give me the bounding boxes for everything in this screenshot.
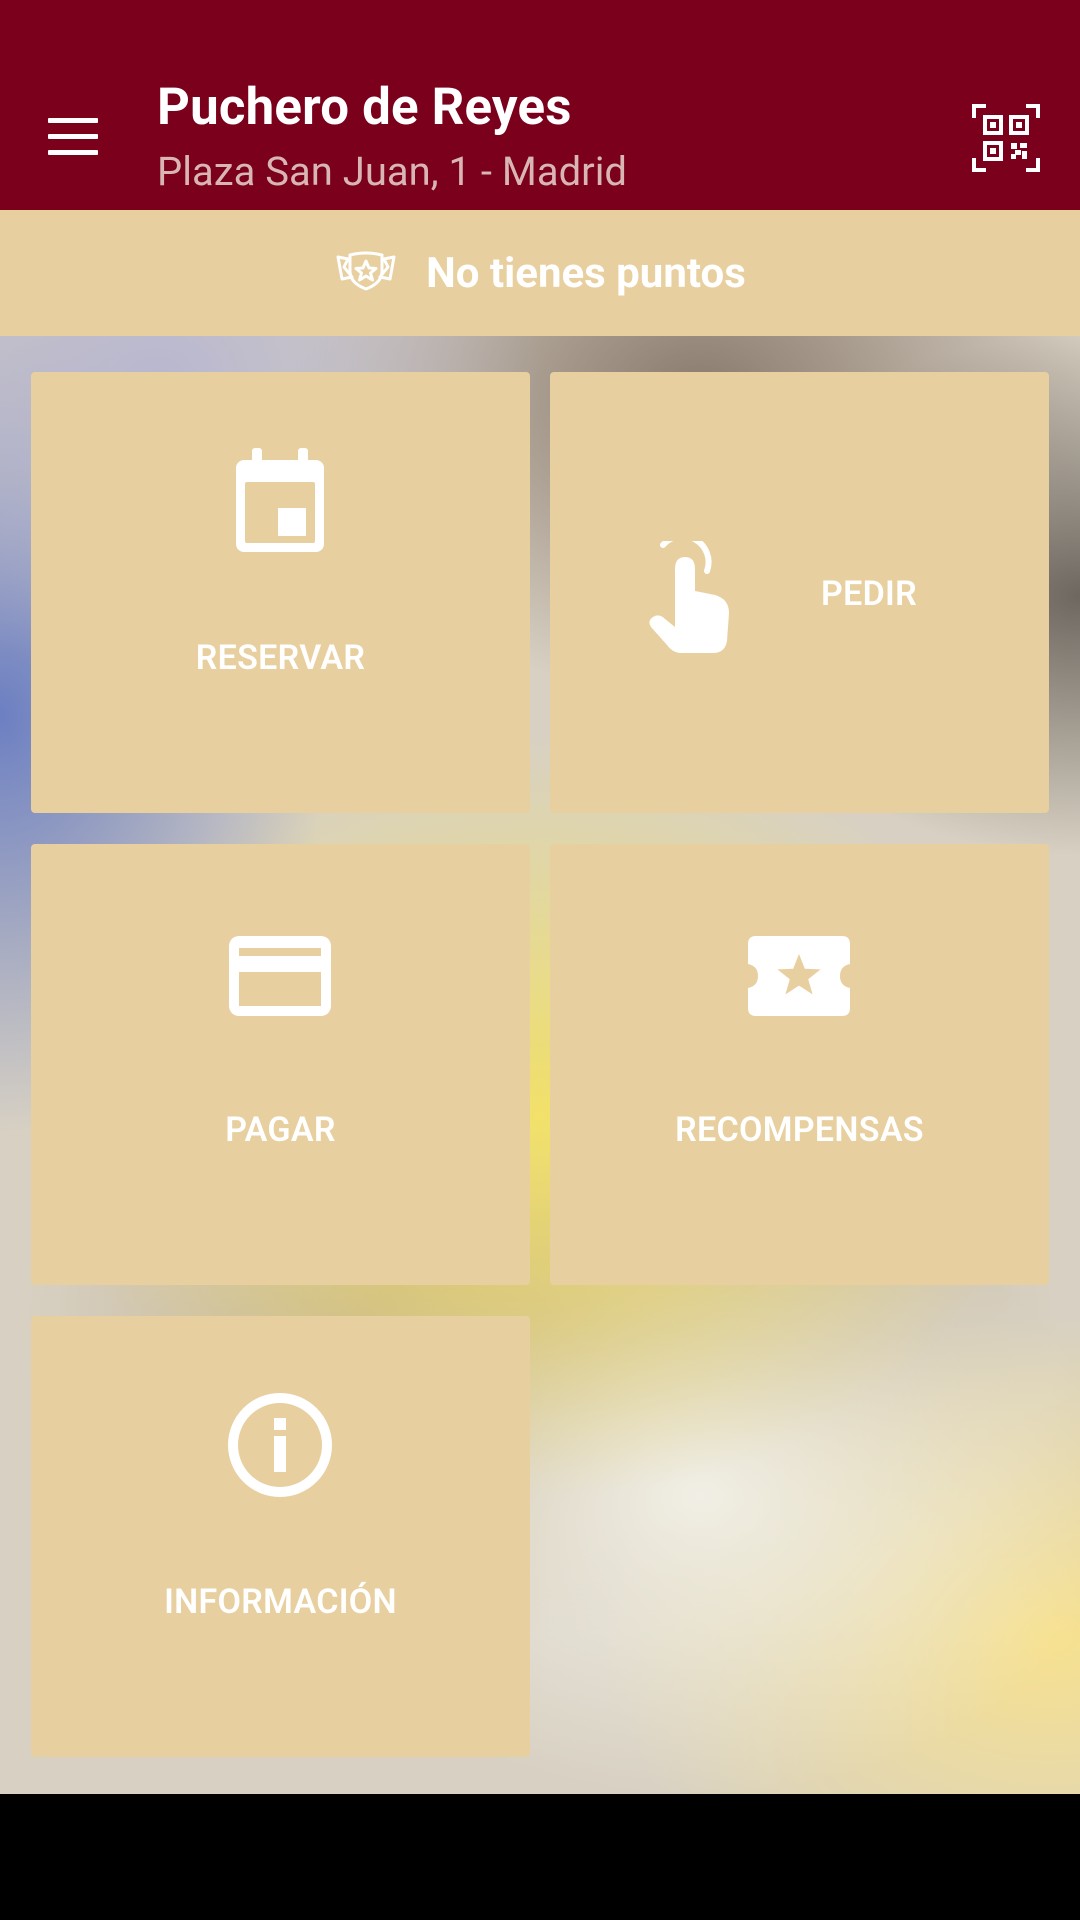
tile-label: PEDIR (821, 574, 918, 614)
touch-hand-icon (649, 533, 731, 659)
tile-informacion[interactable]: INFORMACIÓN (31, 1316, 530, 1757)
app-bar: Puchero de Reyes Plaza San Juan, 1 - Mad… (0, 0, 1080, 210)
tile-reservar[interactable]: RESERVAR (31, 372, 530, 813)
qr-code-icon[interactable] (970, 102, 1042, 174)
tile-recompensas[interactable]: RECOMPENSAS (550, 844, 1049, 1285)
home-grid: RESERVAR PEDIR PAGAR RECOMPENSAS INFORMA… (0, 336, 1080, 1794)
tile-pagar[interactable]: PAGAR (31, 844, 530, 1285)
tile-label: RESERVAR (195, 638, 366, 678)
ticket-star-icon (746, 934, 852, 1022)
restaurant-address: Plaza San Juan, 1 - Madrid (157, 148, 627, 195)
badge-star-icon (334, 249, 398, 297)
tile-label: INFORMACIÓN (164, 1582, 397, 1622)
info-icon (227, 1392, 333, 1502)
tile-pedir[interactable]: PEDIR (550, 372, 1049, 813)
tile-label: RECOMPENSAS (675, 1110, 924, 1150)
tile-label: PAGAR (225, 1110, 336, 1150)
page-title: Puchero de Reyes (157, 78, 572, 137)
calendar-icon (232, 448, 328, 560)
menu-icon[interactable] (38, 104, 108, 168)
app-screen: Puchero de Reyes Plaza San Juan, 1 - Mad… (0, 0, 1080, 1920)
points-text: No tienes puntos (426, 248, 746, 298)
credit-card-icon (227, 934, 333, 1022)
system-navigation-bar (0, 1794, 1080, 1920)
points-banner[interactable]: No tienes puntos (0, 210, 1080, 336)
